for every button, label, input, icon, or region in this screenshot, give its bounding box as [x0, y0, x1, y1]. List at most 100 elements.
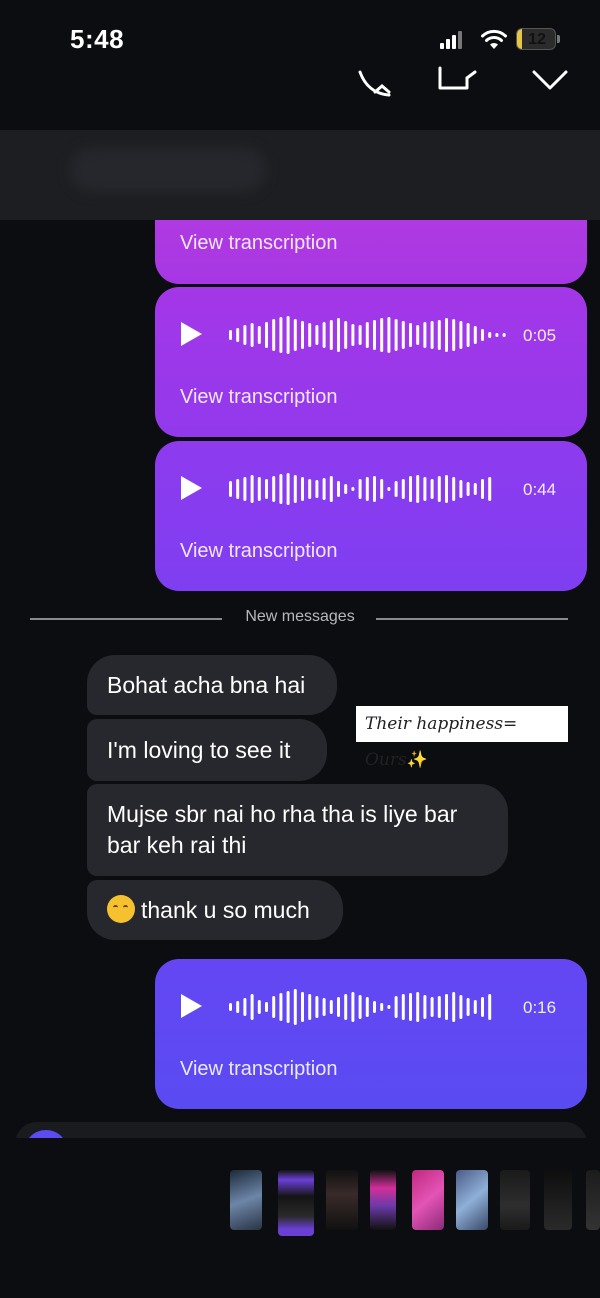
battery-percent: 12 [528, 31, 546, 48]
waveform [229, 316, 506, 354]
waveform-bar [416, 325, 420, 345]
wifi-icon [481, 29, 507, 49]
waveform-bar [329, 1000, 333, 1014]
phone-icon[interactable] [355, 68, 395, 98]
waveform-bar [257, 326, 261, 344]
view-transcription-link[interactable]: View transcription [180, 540, 337, 563]
voice-message-bubble[interactable]: 0:44 View transcription [155, 441, 587, 591]
waveform-bar [308, 994, 312, 1020]
contact-name-redacted [70, 148, 266, 192]
waveform-bar [445, 318, 448, 352]
waveform [229, 473, 492, 505]
message-text-line: bar keh rai thi [107, 832, 247, 858]
waveform-bar [380, 479, 384, 499]
waveform-bar [293, 475, 297, 503]
waveform-bar [387, 487, 391, 491]
waveform-bar [365, 997, 369, 1017]
waveform-bar [322, 478, 326, 500]
waveform-bar [358, 479, 362, 499]
waveform-bar [481, 329, 484, 341]
waveform-bar [380, 1003, 384, 1011]
waveform-bar [243, 477, 247, 501]
waveform-bar [250, 475, 254, 503]
play-icon[interactable] [181, 994, 202, 1018]
waveform-bar [380, 318, 384, 352]
waveform-bar [351, 992, 355, 1022]
waveform-bar [409, 476, 412, 502]
waveform-bar [452, 477, 456, 501]
waveform-bar [301, 477, 304, 501]
waveform-bar [236, 328, 240, 342]
waveform-bar [394, 481, 398, 497]
waveform-bar [257, 477, 261, 501]
waveform-bar [351, 324, 355, 346]
waveform-bar [358, 325, 362, 345]
waveform-bar [315, 480, 319, 498]
waveform-bar [437, 996, 441, 1018]
cellular-signal-icon [440, 31, 462, 49]
waveform-bar [409, 323, 412, 347]
waveform-bar [445, 475, 448, 503]
waveform-bar [337, 997, 340, 1017]
media-thumbnail[interactable] [230, 1170, 262, 1230]
media-thumbnail[interactable] [456, 1170, 488, 1230]
waveform-bar [430, 479, 434, 499]
media-thumbnail[interactable] [412, 1170, 444, 1230]
voice-duration: 0:44 [523, 480, 557, 499]
view-transcription-link[interactable]: View transcription [180, 232, 337, 255]
incoming-message[interactable]: Bohat acha bna hai [87, 655, 337, 715]
waveform-bar [301, 992, 304, 1022]
view-transcription-link[interactable]: View transcription [180, 1058, 337, 1081]
message-text: Bohat acha bna hai [107, 672, 306, 698]
incoming-message[interactable]: Mujse sbr nai ho rha tha is liye bar bar… [87, 784, 508, 876]
waveform-bar [337, 318, 340, 352]
incoming-message[interactable]: I'm loving to see it [87, 719, 327, 781]
view-transcription-link[interactable]: View transcription [180, 386, 337, 409]
waveform-bar [358, 995, 362, 1019]
voice-message-bubble[interactable]: 0:16 View transcription [155, 959, 587, 1109]
waveform-bar [387, 317, 391, 353]
waveform-bar [308, 479, 312, 499]
waveform-bar [373, 476, 376, 502]
waveform-bar [502, 333, 506, 337]
waveform-bar [279, 993, 283, 1021]
video-icon[interactable] [437, 64, 477, 94]
media-thumbnail[interactable] [500, 1170, 530, 1230]
media-thumbnail[interactable] [370, 1170, 396, 1230]
waveform-bar [351, 487, 355, 491]
waveform-bar [430, 997, 434, 1017]
sneezing-face-icon [107, 895, 135, 923]
waveform-bar [344, 484, 348, 494]
voice-message-bubble[interactable]: 0:05 View transcription [155, 287, 587, 437]
sticker-text: Their happiness= Ours [365, 714, 518, 770]
waveform-bar [401, 321, 405, 349]
waveform-bar [279, 317, 283, 353]
media-thumbnail[interactable] [278, 1170, 314, 1236]
waveform-bar [344, 321, 348, 349]
waveform-bar [481, 479, 484, 499]
play-icon[interactable] [181, 476, 202, 500]
waveform-bar [286, 473, 290, 505]
waveform-bar [409, 993, 412, 1021]
waveform-bar [488, 332, 492, 338]
chat-header-actions [0, 58, 600, 98]
waveform-bar [466, 482, 470, 496]
waveform-bar [437, 320, 441, 350]
waveform-bar [445, 994, 448, 1020]
incoming-message[interactable]: thank u so much [87, 880, 343, 940]
divider-line [376, 618, 568, 620]
media-thumbnail[interactable] [326, 1170, 358, 1230]
waveform-bar [337, 481, 340, 497]
waveform-bar [322, 998, 326, 1016]
media-thumbnail[interactable] [586, 1170, 600, 1230]
message-text-line: Mujse sbr nai ho rha tha is liye bar [107, 801, 458, 827]
waveform-bar [265, 1002, 268, 1012]
media-thumbnail[interactable] [544, 1170, 572, 1230]
play-icon[interactable] [181, 322, 202, 346]
waveform-bar [243, 998, 247, 1016]
waveform-bar [423, 477, 427, 501]
waveform-bar [315, 996, 319, 1018]
new-messages-label: New messages [245, 608, 355, 625]
chevron-down-icon[interactable] [530, 66, 570, 96]
waveform-bar [329, 476, 333, 502]
